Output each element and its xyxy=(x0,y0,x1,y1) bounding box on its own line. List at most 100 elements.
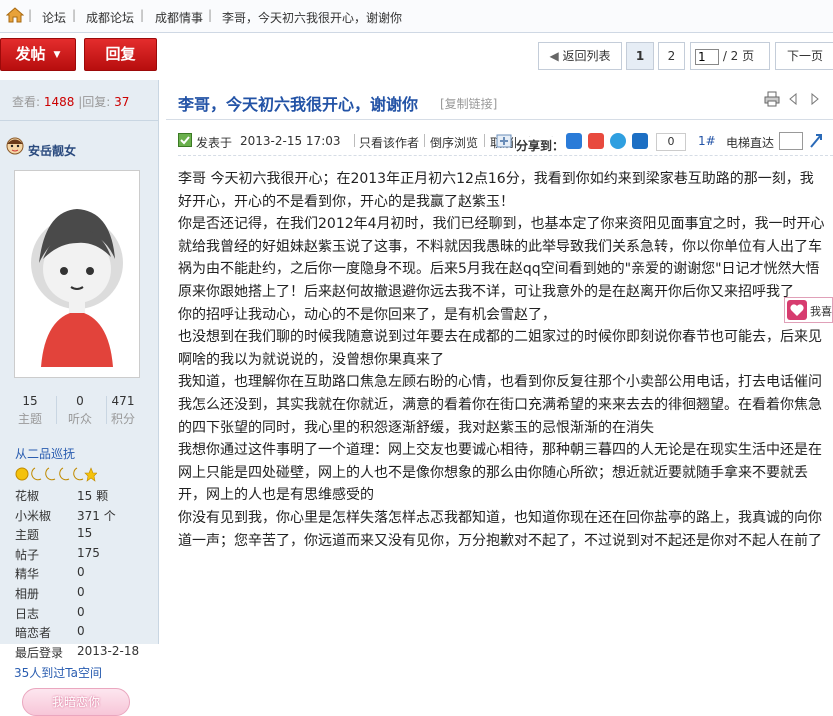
heart-icon xyxy=(787,300,807,320)
posted-label: 发表于 xyxy=(196,136,233,150)
prop-row: 主题 15 xyxy=(15,526,155,546)
prop-key: 最后登录 xyxy=(15,645,64,660)
goto-floor-label: 电梯直达 xyxy=(726,136,775,150)
prop-value: 175 xyxy=(77,545,100,560)
goto-floor-input[interactable] xyxy=(779,132,803,150)
topic-count-label: 主题 xyxy=(17,412,42,426)
like-float-label: 我喜 xyxy=(810,305,832,318)
back-arrow-icon: ◀ xyxy=(549,49,559,63)
page-jump: / 2 页 xyxy=(690,42,770,70)
post-label: 发帖 xyxy=(15,45,46,63)
prop-value: 0 xyxy=(77,604,85,619)
breadcrumb-thread[interactable]: 李哥，今天初六我很开心，谢谢你 xyxy=(222,9,402,26)
floor-number: 1# xyxy=(698,134,716,148)
prop-value: 371 个 xyxy=(77,508,116,523)
reply-button[interactable]: 回复 xyxy=(84,38,157,71)
prop-row: 相册 0 xyxy=(15,585,155,605)
share-weibo-icon[interactable] xyxy=(588,133,604,149)
post-paragraph: 李哥 今天初六我很开心；在2013年正月初六12点16分，我看到你如约来到梁家巷… xyxy=(178,171,814,210)
prop-value: 15 颗 xyxy=(77,489,109,503)
page-2-link[interactable]: 2 xyxy=(658,42,685,70)
title-divider xyxy=(166,119,833,120)
prop-key: 暗恋者 xyxy=(15,626,52,641)
prop-key: 花椒 xyxy=(15,489,40,503)
replies-label: 回复: xyxy=(82,95,111,109)
post-paragraph: 你没有见到我，你心里是怎样失落怎样忐忑我都知道，也知道你现在还在回你盐亭的路上，… xyxy=(178,509,822,549)
secret-crush-label: 我暗恋你 xyxy=(51,695,100,709)
share-label: 分享到： xyxy=(516,137,567,154)
prop-value: 15 xyxy=(77,526,93,541)
avatar[interactable] xyxy=(14,170,140,378)
author-sidebar: 查看: 1488 |回复: 37 安岳靓女 15 主题 0 听众 471 积分 … xyxy=(0,80,159,716)
prop-row: 暗恋者 0 xyxy=(15,624,155,644)
separator-icon: | xyxy=(140,8,145,22)
prop-row: 帖子 175 xyxy=(15,546,155,566)
title-tools xyxy=(764,90,828,108)
views-label: 查看: xyxy=(12,95,41,109)
posted-time: 2013-2-15 17:03 xyxy=(240,134,341,148)
chevron-down-icon: ▼ xyxy=(53,50,61,60)
prop-key: 精华 xyxy=(15,567,40,582)
user-rank[interactable]: 从二品巡抚 xyxy=(15,445,75,462)
prop-key: 日志 xyxy=(15,606,40,621)
view-reply-stats: 查看: 1488 |回复: 37 xyxy=(12,93,129,110)
reverse-order-link[interactable]: 倒序浏览 xyxy=(430,134,478,151)
meta-divider xyxy=(424,134,425,147)
prop-key: 主题 xyxy=(15,528,40,543)
prev-thread-icon[interactable] xyxy=(786,91,802,110)
sidebar-divider xyxy=(0,120,159,121)
page-jump-input[interactable] xyxy=(695,48,719,65)
copy-link-button[interactable]: [复制链接] xyxy=(440,95,497,112)
rank-stars xyxy=(15,466,98,482)
separator-icon: | xyxy=(208,8,213,22)
like-float-button[interactable]: 我喜 xyxy=(784,297,833,323)
topic-count[interactable]: 15 主题 xyxy=(5,394,55,427)
post-button[interactable]: 发帖 ▼ xyxy=(0,38,76,71)
share-panel-icon xyxy=(496,133,512,152)
secret-crush-button[interactable]: 我暗恋你 xyxy=(22,688,130,716)
share-renren-icon[interactable] xyxy=(632,133,648,149)
prop-key: 小米椒 xyxy=(15,508,52,523)
meta-divider xyxy=(354,134,355,147)
post-body: 李哥 今天初六我很开心；在2013年正月初六12点16分，我看到你如约来到梁家巷… xyxy=(178,168,826,552)
prop-row: 日志 0 xyxy=(15,605,155,625)
share-count: 0 xyxy=(656,133,686,151)
breadcrumb-forum[interactable]: 论坛 xyxy=(42,9,66,26)
author-properties: 花椒 15 颗 小米椒 371 个 主题 15 帖子 175 精华 0 相册 0 日志 0 暗… xyxy=(15,487,155,663)
post-paragraph: 你的招呼让我动心，动心的不是你回来了，是有机会雪赵了， xyxy=(178,306,556,323)
share-qzone-icon[interactable] xyxy=(566,133,582,149)
page-title: 李哥，今天初六我很开心，谢谢你 xyxy=(178,95,419,114)
back-to-list-label: 返回列表 xyxy=(562,49,611,63)
goto-arrow-icon[interactable] xyxy=(808,132,824,153)
online-status-icon xyxy=(4,134,26,156)
post-icon xyxy=(178,133,192,150)
prop-key: 帖子 xyxy=(15,547,40,562)
meta-divider xyxy=(484,134,485,147)
replies-count: 37 xyxy=(114,95,130,109)
next-page-button[interactable]: 下一页 xyxy=(775,42,833,70)
post-paragraph: 我想你通过这件事明了一个道理：网上交友也要诚心相待，那种朝三暮四的人无论是在现实… xyxy=(178,442,822,504)
post-paragraph: 你是否还记得，在我们2012年4月初时，我们已经聊到，也基本定了你来资阳见面事宜… xyxy=(178,216,825,300)
print-icon[interactable] xyxy=(764,91,780,110)
prop-key: 相册 xyxy=(15,586,40,601)
points-count[interactable]: 471 积分 xyxy=(98,394,148,427)
breadcrumb-chengdu-forum[interactable]: 成都论坛 xyxy=(86,9,134,26)
prop-value: 0 xyxy=(77,624,85,639)
home-icon[interactable] xyxy=(5,7,25,23)
visited-space-link[interactable]: 35人到过Ta空间 xyxy=(14,664,102,681)
author-username[interactable]: 安岳靓女 xyxy=(28,142,76,159)
prop-row: 精华 0 xyxy=(15,565,155,585)
post-paragraph: 也没想到在我们聊的时候我随意说到过年要去在成都的二姐家过的时候你即刻说你春节也可… xyxy=(178,329,822,368)
share-pengyou-icon[interactable] xyxy=(610,133,626,149)
points-count-label: 积分 xyxy=(110,412,135,426)
page-1-link[interactable]: 1 xyxy=(626,42,654,70)
page-total-label: / 2 页 xyxy=(722,49,755,63)
next-thread-icon[interactable] xyxy=(806,91,822,110)
breadcrumb-chengdu-qingshi[interactable]: 成都情事 xyxy=(155,9,203,26)
points-count-value: 471 xyxy=(111,394,135,408)
post-meta: 发表于 2013-2-15 17:03 只看该作者 倒序浏览 取消回复通知 分享… xyxy=(178,128,833,156)
prop-row: 最后登录 2013-2-18 xyxy=(15,644,155,664)
author-only-link[interactable]: 只看该作者 xyxy=(359,134,419,151)
prop-value: 0 xyxy=(77,565,85,580)
back-to-list-button[interactable]: ◀ 返回列表 xyxy=(538,42,622,70)
